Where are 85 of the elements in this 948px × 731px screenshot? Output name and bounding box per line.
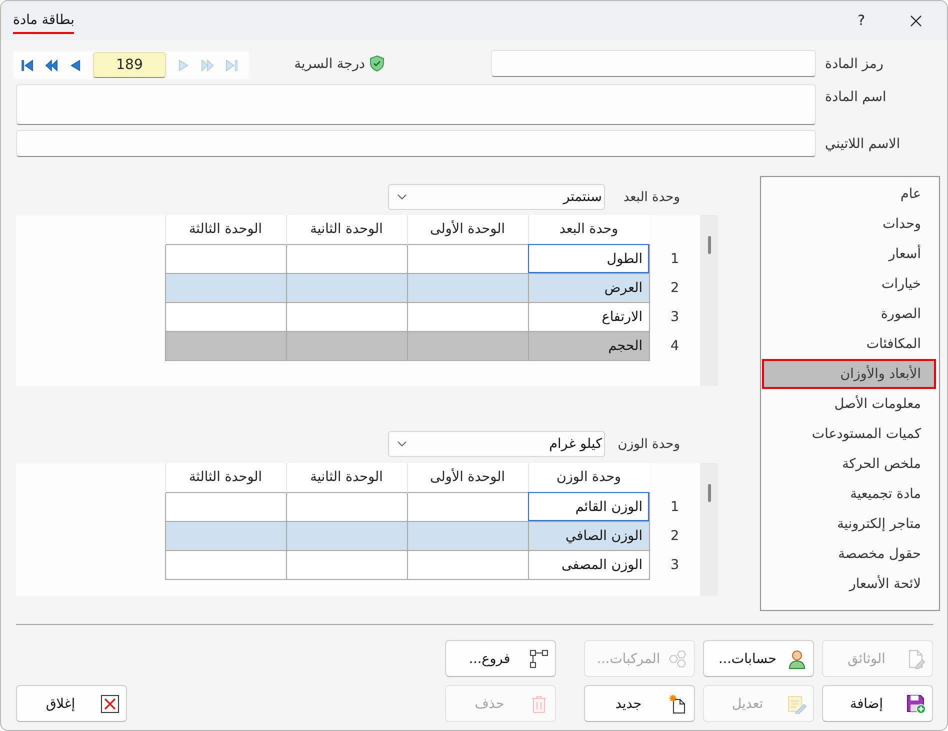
sidebar-item[interactable]: مادة تجميعية [762, 479, 936, 509]
table-cell[interactable]: الارتفاع [528, 302, 649, 331]
action-button[interactable]: حسابات... [703, 640, 814, 677]
table-cell[interactable] [407, 521, 528, 550]
table-cell[interactable] [165, 331, 286, 360]
table-cell[interactable] [407, 273, 528, 302]
table-cell[interactable]: العرض [528, 273, 649, 302]
table-cell[interactable] [165, 244, 286, 273]
table-cell[interactable] [407, 302, 528, 331]
text-field[interactable] [16, 130, 816, 157]
row-number: 3 [649, 550, 700, 579]
field-label: الاسم اللاتيني [825, 136, 900, 152]
sidebar-item[interactable]: ملخص الحركة [762, 449, 936, 479]
table-cell[interactable] [407, 550, 528, 579]
sidebar-item[interactable]: لائحة الأسعار [762, 569, 936, 599]
column-header[interactable]: الوحدة الثانية [286, 463, 407, 492]
field-label: رمز المادة [825, 56, 884, 72]
window-title: بطاقة مادة [13, 12, 74, 34]
chevron-down-icon [397, 194, 407, 200]
row-number: 1 [649, 492, 700, 521]
table-cell[interactable]: الحجم [528, 331, 649, 360]
column-header[interactable]: الوحدة الأولى [407, 215, 528, 244]
table-cell[interactable] [286, 521, 407, 550]
table-cell[interactable] [407, 244, 528, 273]
help-button[interactable]: ? [858, 12, 865, 28]
unit-label: وحدة البعد [622, 190, 680, 204]
table-cell[interactable]: الطول [528, 244, 649, 273]
sidebar-item[interactable]: المكافئات [762, 329, 936, 359]
table-cell[interactable] [407, 331, 528, 360]
skip-start-icon[interactable] [20, 58, 34, 72]
sidebar-item[interactable]: خيارات [762, 269, 936, 299]
table-cell[interactable] [286, 244, 407, 273]
table-cell[interactable] [165, 521, 286, 550]
sidebar-item[interactable]: وحدات [762, 209, 936, 239]
unit-label: وحدة الوزن [616, 436, 680, 452]
table-cell[interactable]: الوزن المصفى [528, 550, 649, 579]
table-cell[interactable] [165, 302, 286, 331]
row-number: 1 [649, 244, 700, 273]
close-icon[interactable] [910, 14, 922, 26]
sidebar-item[interactable]: متاجر إلكترونية [762, 509, 936, 539]
table-cell[interactable] [165, 273, 286, 302]
table-cell[interactable] [407, 492, 528, 521]
column-header[interactable]: وحدة الوزن [528, 463, 649, 492]
text-field[interactable] [491, 50, 816, 77]
table-cell[interactable] [286, 331, 407, 360]
table-cell[interactable] [165, 492, 286, 521]
column-header[interactable]: الوحدة الثانية [286, 215, 407, 244]
action-button[interactable]: إغلاق [16, 685, 127, 722]
action-button[interactable]: إضافة [822, 685, 933, 722]
row-number: 2 [649, 273, 700, 302]
action-button[interactable]: فروع... [445, 640, 556, 677]
column-header[interactable]: وحدة البعد [528, 215, 649, 244]
field-label: اسم المادة [825, 89, 886, 105]
scrollbar-thumb[interactable] [708, 484, 710, 502]
rewind-icon[interactable] [44, 58, 58, 72]
table-cell[interactable] [165, 550, 286, 579]
sidebar-item[interactable]: كميات المستودعات [762, 419, 936, 449]
table-cell[interactable] [286, 302, 407, 331]
column-header[interactable]: الوحدة الثالثة [165, 463, 286, 492]
table-cell[interactable] [286, 492, 407, 521]
chevron-down-icon [397, 441, 407, 447]
table-cell[interactable]: الوزن الصافي [528, 521, 649, 550]
shield-check-icon [369, 55, 385, 72]
row-number: 3 [649, 302, 700, 331]
row-number: 2 [649, 521, 700, 550]
sidebar-item[interactable]: الأبعاد والأوزان [762, 359, 936, 389]
row-number: 4 [649, 331, 700, 360]
sidebar-item[interactable]: الصورة [762, 299, 936, 329]
action-button[interactable]: جديد [584, 685, 695, 722]
column-header[interactable]: الوحدة الأولى [407, 463, 528, 492]
scrollbar-thumb[interactable] [708, 236, 710, 254]
table-cell[interactable] [286, 550, 407, 579]
table-cell[interactable]: الوزن القائم [528, 492, 649, 521]
unit-dropdown[interactable]: سنتمتر [388, 184, 605, 210]
column-header[interactable]: الوحدة الثالثة [165, 215, 286, 244]
security-level-label: درجة السرية [294, 56, 365, 72]
sidebar-item[interactable]: عام [762, 179, 936, 209]
sidebar-item[interactable]: أسعار [762, 239, 936, 269]
text-field[interactable] [16, 84, 816, 125]
sidebar-item[interactable]: معلومات الأصل [762, 389, 936, 419]
triangle-left-icon[interactable] [68, 58, 82, 72]
sidebar-item[interactable]: حقول مخصصة [762, 539, 936, 569]
table-cell[interactable] [286, 273, 407, 302]
record-number-field[interactable]: 189 [93, 52, 166, 78]
unit-dropdown[interactable]: كيلو غرام [388, 431, 605, 457]
